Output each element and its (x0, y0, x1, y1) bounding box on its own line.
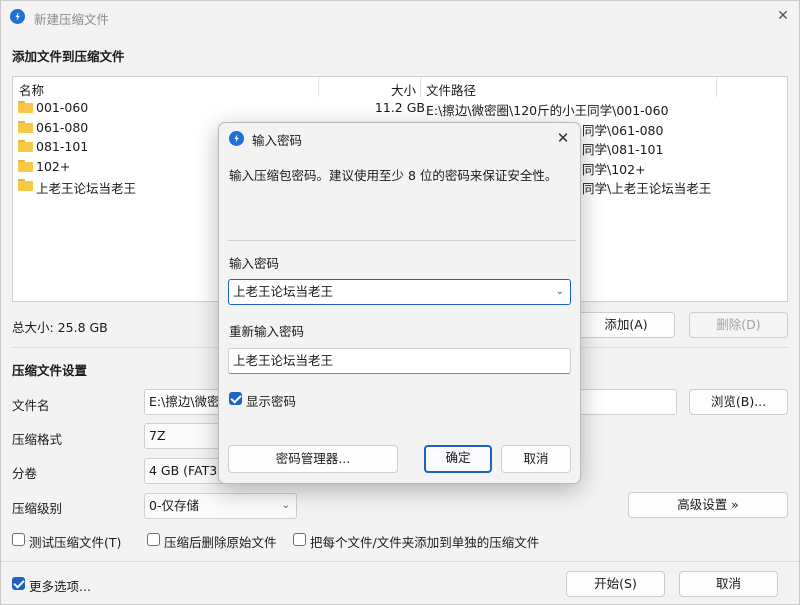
test-archive-checkbox[interactable] (12, 533, 25, 546)
format-value: 7Z (149, 428, 166, 443)
title-bar: 新建压缩文件 ✕ (1, 1, 799, 33)
filename-label: 文件名 (12, 398, 50, 413)
chevron-down-icon: ⌄ (281, 500, 290, 511)
column-header-path[interactable]: 文件路径 (426, 80, 476, 99)
start-button[interactable]: 开始(S) (566, 571, 665, 597)
folder-icon (18, 121, 33, 133)
password-dialog: 输入密码 ✕ 输入压缩包密码。建议使用至少 8 位的密码来保证安全性。 输入密码… (218, 122, 581, 484)
separate-archives-checkbox[interactable] (293, 533, 306, 546)
close-icon[interactable]: ✕ (552, 127, 574, 149)
delete-button[interactable]: 删除(D) (689, 312, 788, 338)
delete-after-label: 压缩后删除原始文件 (164, 535, 277, 550)
level-label: 压缩级别 (12, 501, 63, 516)
split-select[interactable]: 4 GB (FAT32 (144, 458, 224, 484)
level-select[interactable]: 0-仅存储 ⌄ (144, 493, 297, 519)
app-logo-icon (229, 131, 244, 146)
show-password-checkbox[interactable] (229, 392, 242, 405)
window-title: 新建压缩文件 (34, 12, 110, 27)
level-value: 0-仅存储 (149, 498, 199, 513)
folder-icon (18, 101, 33, 113)
item-name: 102+ (36, 159, 71, 174)
format-label: 压缩格式 (12, 432, 63, 447)
column-header-name[interactable]: 名称 (19, 80, 44, 99)
item-path: E:\擦边\微密圈\120斤的小王同学\001-060 (426, 103, 669, 118)
delete-after-checkbox[interactable] (147, 533, 160, 546)
repeat-password-input[interactable]: 上老王论坛当老王 (228, 348, 571, 374)
format-select[interactable]: 7Z (144, 423, 224, 449)
password-value: 上老王论坛当老王 (233, 284, 334, 299)
list-item[interactable]: 001-060 11.2 GB E:\擦边\微密圈\120斤的小王同学\001-… (13, 98, 787, 118)
divider (1, 561, 799, 562)
column-header-size[interactable]: 大小 (391, 80, 416, 99)
show-password-label: 显示密码 (246, 394, 297, 409)
add-button[interactable]: 添加(A) (577, 312, 675, 338)
password-input[interactable]: 上老王论坛当老王 ⌄ (228, 279, 571, 305)
repeat-password-label: 重新输入密码 (229, 324, 305, 339)
more-options-checkbox[interactable] (12, 577, 25, 590)
chevron-down-icon[interactable]: ⌄ (556, 280, 564, 304)
split-label: 分卷 (12, 466, 38, 481)
column-divider (420, 77, 421, 97)
password-label: 输入密码 (229, 256, 280, 271)
app-logo-icon (10, 9, 25, 24)
item-path: 同学\上老王论坛当老王 (582, 181, 712, 196)
item-name: 上老王论坛当老王 (36, 181, 137, 196)
folder-icon (18, 160, 33, 172)
column-divider (318, 77, 319, 97)
item-name: 081-101 (36, 139, 89, 154)
total-size: 总大小: 25.8 GB (12, 320, 108, 335)
settings-heading: 压缩文件设置 (12, 363, 88, 378)
ok-button[interactable]: 确定 (424, 445, 492, 473)
more-options-label: 更多选项... (29, 579, 91, 594)
folder-icon (18, 179, 33, 191)
item-path: 同学\081-101 (582, 142, 664, 157)
item-size: 11.2 GB (374, 100, 425, 115)
dialog-cancel-button[interactable]: 取消 (501, 445, 571, 473)
divider (228, 240, 576, 241)
item-name: 061-080 (36, 120, 89, 135)
password-manager-button[interactable]: 密码管理器... (228, 445, 398, 473)
test-archive-label: 测试压缩文件(T) (29, 535, 122, 550)
add-files-heading: 添加文件到压缩文件 (12, 49, 125, 64)
folder-icon (18, 140, 33, 152)
item-name: 001-060 (36, 100, 89, 115)
separate-archives-label: 把每个文件/文件夹添加到单独的压缩文件 (310, 535, 540, 550)
cancel-button[interactable]: 取消 (679, 571, 778, 597)
dialog-title: 输入密码 (252, 133, 303, 148)
column-divider (716, 77, 717, 97)
close-icon[interactable]: ✕ (773, 6, 793, 26)
browse-button[interactable]: 浏览(B)... (689, 389, 788, 415)
split-value: 4 GB (FAT32 (149, 463, 224, 478)
dialog-description: 输入压缩包密码。建议使用至少 8 位的密码来保证安全性。 (229, 168, 558, 183)
advanced-settings-button[interactable]: 高级设置 » (628, 492, 788, 518)
